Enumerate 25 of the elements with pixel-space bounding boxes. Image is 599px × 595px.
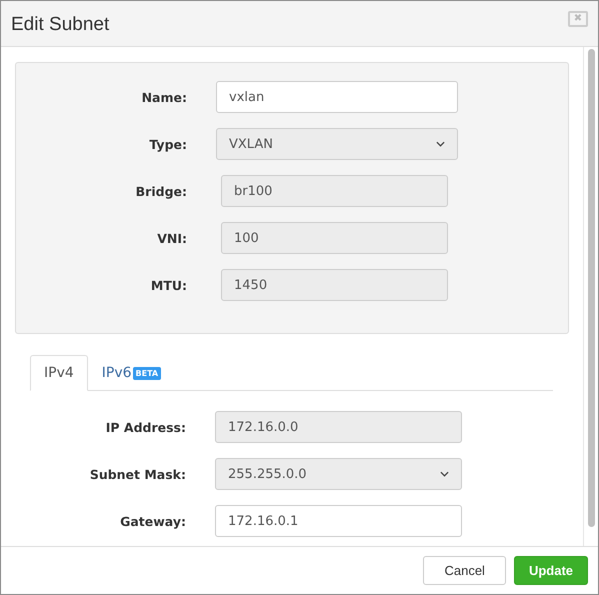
input-field[interactable]: 1450	[221, 269, 448, 301]
field-label: Name:	[140, 90, 187, 104]
input-field[interactable]: br100	[221, 175, 448, 207]
field-label: VNI:	[156, 230, 187, 246]
input-field[interactable]: vxlan	[216, 81, 458, 113]
input-field[interactable]: 172.16.0.0	[215, 411, 462, 443]
field-label: Bridge:	[134, 184, 187, 198]
scrollbar[interactable]	[583, 47, 598, 546]
chevron-icon	[440, 471, 449, 477]
beta-badge: BETA	[132, 366, 162, 380]
input-field[interactable]: 100	[221, 222, 448, 254]
cancel-button[interactable]: Cancel	[423, 556, 506, 585]
select-field[interactable]: VXLAN	[216, 128, 458, 160]
scrollbar-thumb[interactable]	[588, 49, 594, 527]
chevron-icon	[436, 141, 445, 147]
field-label: Gateway:	[119, 514, 186, 528]
tab[interactable]: IPv4	[30, 355, 88, 391]
field-label: MTU:	[150, 278, 187, 292]
input-field[interactable]: 172.16.0.1	[215, 505, 462, 537]
field-label: Type:	[148, 136, 187, 152]
tab[interactable]: IPv6 BETA	[88, 355, 176, 391]
field-label: IP Address:	[104, 420, 186, 434]
field-label: Subnet Mask:	[88, 466, 186, 482]
window-title: Edit Subnet	[11, 14, 110, 36]
select-field[interactable]: 255.255.0.0	[215, 458, 462, 490]
